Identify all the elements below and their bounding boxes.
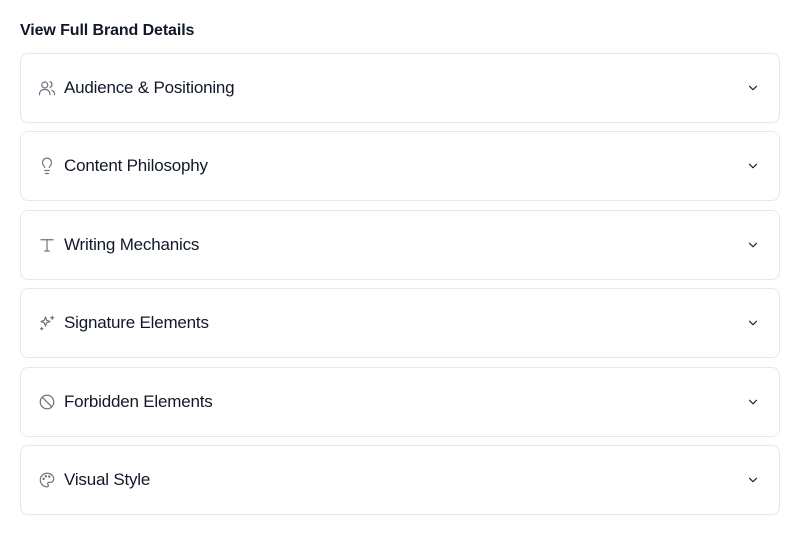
section-heading: View Full Brand Details	[20, 22, 195, 39]
palette-icon	[38, 471, 56, 489]
accordion-label: Writing Mechanics	[64, 234, 200, 254]
chevron-down-icon[interactable]	[745, 237, 761, 253]
accordion-label: Forbidden Elements	[64, 391, 213, 411]
accordion-signature-elements[interactable]: Signature Elements	[20, 288, 780, 359]
chevron-down-icon[interactable]	[745, 158, 761, 174]
accordion-label: Audience & Positioning	[64, 78, 235, 97]
accordion-label: Signature Elements	[64, 313, 209, 333]
brand-details-panel: View Full Brand Details Audience & Posit…	[0, 0, 800, 515]
accordion-content-philosophy[interactable]: Content Philosophy	[20, 131, 780, 202]
accordion-forbidden-elements[interactable]: Forbidden Elements	[20, 366, 780, 437]
chevron-down-icon[interactable]	[745, 472, 761, 488]
accordion-audience-positioning[interactable]: Audience & Positioning	[20, 53, 780, 123]
type-icon	[38, 236, 56, 254]
ban-icon	[38, 393, 56, 411]
accordion-visual-style[interactable]: Visual Style	[20, 444, 780, 515]
chevron-down-icon[interactable]	[745, 315, 761, 331]
accordion-label: Visual Style	[64, 469, 151, 489]
sparkles-icon	[38, 314, 56, 332]
lightbulb-icon	[38, 157, 56, 175]
accordion-writing-mechanics[interactable]: Writing Mechanics	[20, 209, 780, 280]
chevron-down-icon[interactable]	[745, 394, 761, 410]
users-icon	[38, 79, 56, 97]
chevron-down-icon[interactable]	[745, 80, 761, 96]
accordion-label: Content Philosophy	[64, 156, 208, 176]
